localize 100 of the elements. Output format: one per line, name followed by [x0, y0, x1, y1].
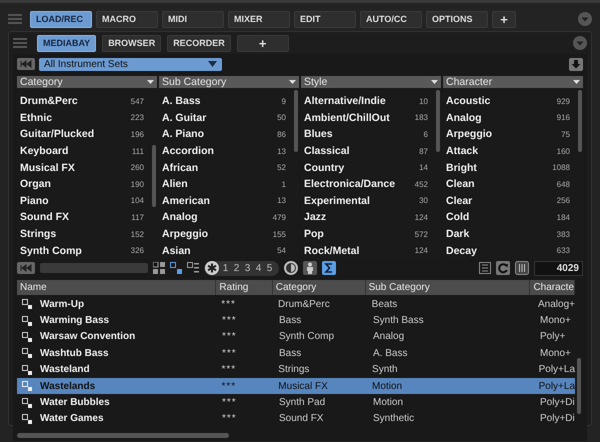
tab[interactable]: MIDI — [162, 10, 224, 28]
list-view-icon[interactable] — [187, 262, 199, 274]
half-circle-icon[interactable] — [284, 261, 298, 275]
scrollbar-thumb[interactable] — [577, 358, 581, 414]
filter-item[interactable]: Accordion — [162, 145, 214, 158]
collapse-icon[interactable] — [578, 12, 592, 26]
refresh-icon[interactable] — [496, 261, 510, 275]
filter-item[interactable]: Synth Comp — [20, 244, 82, 257]
filter-item[interactable]: Clear — [446, 194, 472, 207]
filter-item[interactable]: Attack — [446, 145, 478, 158]
filter-item[interactable]: Decay — [446, 244, 477, 257]
tab[interactable]: MACRO — [96, 10, 158, 28]
filter-item[interactable]: American — [162, 194, 210, 207]
grip-icon[interactable] — [8, 14, 22, 24]
column-header[interactable]: Category — [272, 280, 366, 295]
filter-item[interactable]: Pop — [304, 228, 324, 240]
filter-item[interactable]: Classical — [304, 145, 350, 158]
table-row[interactable]: Washtub Bass *** Bass A. Bass Mono+ — [17, 345, 575, 362]
filter-item[interactable]: Rock/Metal — [304, 244, 360, 257]
filter-item[interactable]: Musical FX — [20, 162, 75, 174]
filter-item[interactable]: Piano — [20, 194, 49, 207]
scrollbar-thumb[interactable] — [294, 90, 298, 152]
table-row[interactable]: Warsaw Convention *** Synth Comp Analog Poly+ — [17, 328, 575, 346]
scrollbar-thumb[interactable] — [578, 90, 582, 152]
collapse-icon[interactable] — [573, 36, 587, 50]
tab[interactable]: OPTIONS — [426, 10, 488, 28]
table-row[interactable]: Warming Bass *** Bass Synth Bass Mono+ — [17, 312, 575, 329]
tab[interactable]: BROWSER — [102, 34, 162, 52]
filter-item[interactable]: Analog — [162, 211, 198, 224]
rating-option[interactable]: 2 — [232, 262, 241, 274]
skip-back-icon[interactable] — [17, 58, 35, 70]
search-field[interactable] — [40, 263, 148, 273]
column-header[interactable]: Sub Category — [366, 280, 530, 295]
column-header[interactable]: Character — [443, 76, 583, 88]
filter-item[interactable]: African — [162, 162, 198, 174]
filter-item[interactable]: Electronica/Dance — [304, 178, 396, 190]
tab[interactable]: MEDIABAY — [37, 34, 96, 52]
sigma-icon[interactable] — [322, 261, 336, 275]
filter-item[interactable]: Ambient/ChillOut — [304, 112, 390, 124]
skip-back-icon[interactable] — [17, 262, 35, 274]
filter-item[interactable]: Asian — [162, 244, 191, 257]
download-icon[interactable] — [569, 58, 583, 70]
view-icon[interactable] — [153, 262, 165, 274]
rating-option[interactable]: 4 — [254, 262, 263, 274]
list-icon[interactable] — [479, 262, 491, 274]
column-header[interactable]: Rating — [216, 280, 273, 295]
tab[interactable]: RECORDER — [167, 34, 231, 52]
tab[interactable]: MIXER — [228, 10, 290, 28]
person-icon[interactable] — [303, 261, 317, 275]
rating-option[interactable]: 1 — [221, 262, 230, 274]
filter-item[interactable]: Ethnic — [20, 112, 52, 124]
scrollbar-thumb[interactable] — [17, 433, 229, 438]
table-row[interactable]: Wastelands *** Musical FX Motion Poly+La — [17, 378, 575, 394]
filter-item[interactable]: Sound FX — [20, 211, 69, 224]
scrollbar-thumb[interactable] — [152, 145, 156, 207]
tab[interactable]: + — [236, 34, 289, 52]
rating-filter[interactable]: 1 2 3 4 5 — [204, 260, 279, 276]
filter-item[interactable]: Blues — [304, 128, 333, 140]
view-icon[interactable] — [170, 262, 182, 274]
tab[interactable]: + — [492, 10, 516, 28]
filter-item[interactable]: Alternative/Indie — [304, 95, 386, 108]
filter-item[interactable]: Acoustic — [446, 95, 490, 108]
column-header[interactable]: Name — [17, 280, 216, 295]
rating-option[interactable]: 3 — [243, 262, 252, 274]
table-row[interactable]: Warm-Up *** Drum&Perc Beats Analog+ — [17, 296, 575, 312]
filter-item[interactable]: Dark — [446, 228, 470, 240]
tab[interactable]: AUTO/CC — [360, 10, 422, 28]
set-dropdown[interactable]: All Instrument Sets — [39, 58, 222, 70]
filter-item[interactable]: Bright — [446, 162, 477, 174]
filter-item[interactable]: Country — [304, 162, 344, 174]
column-header[interactable]: Characte — [530, 280, 576, 295]
asterisk-icon[interactable] — [205, 261, 219, 275]
filter-item[interactable]: Organ — [20, 178, 51, 190]
filter-item[interactable]: Keyboard — [20, 145, 68, 158]
filter-item[interactable]: Arpeggio — [446, 128, 492, 140]
column-header[interactable]: Category — [17, 76, 157, 88]
rating-option[interactable]: 5 — [265, 262, 274, 274]
grip-icon[interactable] — [13, 38, 27, 48]
filter-item[interactable]: Drum&Perc — [20, 95, 78, 108]
filter-item[interactable]: Strings — [20, 228, 56, 240]
tab[interactable]: LOAD/REC — [30, 10, 92, 28]
column-header[interactable]: Sub Category — [159, 76, 299, 88]
scrollbar-thumb[interactable] — [436, 90, 440, 152]
filter-item[interactable]: Arpeggio — [162, 228, 208, 240]
filter-item[interactable]: Clean — [446, 178, 475, 190]
filter-item[interactable]: A. Piano — [162, 128, 204, 140]
table-row[interactable]: Wasteland *** Strings Synth Poly+La — [17, 362, 575, 378]
table-row[interactable]: Water Bubbles *** Synth Pad Motion Poly+Di — [17, 394, 575, 411]
tab[interactable]: EDIT — [294, 10, 356, 28]
filter-item[interactable]: Cold — [446, 211, 470, 224]
table-row[interactable]: Water Games *** Sound FX Synthetic Poly+Di — [17, 410, 575, 428]
column-header[interactable]: Style — [301, 76, 441, 88]
filter-item[interactable]: Guitar/Plucked — [20, 128, 94, 140]
filter-item[interactable]: Experimental — [304, 194, 370, 207]
filter-item[interactable]: A. Guitar — [162, 112, 206, 124]
filter-item[interactable]: A. Bass — [162, 95, 201, 108]
filter-item[interactable]: Jazz — [304, 211, 326, 224]
filter-item[interactable]: Analog — [446, 112, 482, 124]
filter-item[interactable]: Alien — [162, 178, 188, 190]
columns-icon[interactable] — [515, 261, 529, 275]
